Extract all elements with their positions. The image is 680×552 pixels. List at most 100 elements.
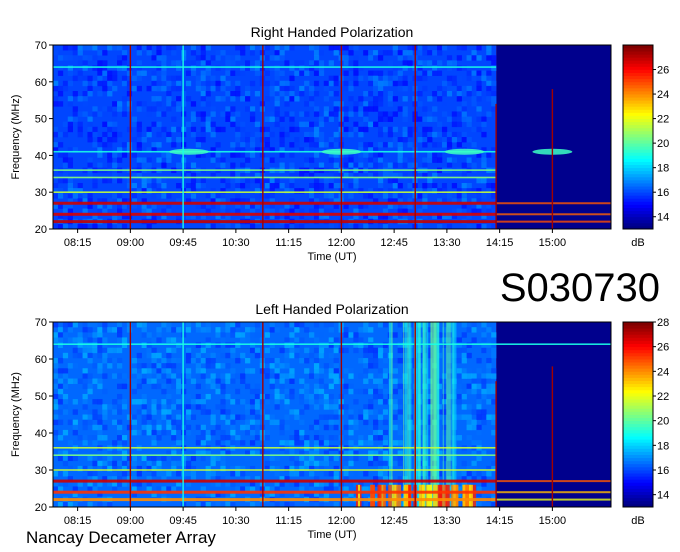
noise-cell <box>176 363 182 369</box>
noise-cell <box>397 193 403 199</box>
x-tick-label: 09:45 <box>169 515 197 527</box>
noise-cell <box>471 70 477 76</box>
noise-cell <box>107 70 113 76</box>
noise-cell <box>481 419 487 426</box>
noise-cell <box>92 80 98 87</box>
noise-cell <box>446 60 453 66</box>
noise-cell <box>97 393 103 400</box>
noise-cell <box>417 75 423 82</box>
noise-cell <box>166 131 172 138</box>
noise-cell <box>373 378 379 384</box>
noise-cell <box>230 322 236 328</box>
noise-cell <box>62 80 69 87</box>
noise-cell <box>313 183 320 189</box>
noise-cell <box>171 455 177 462</box>
noise-cell <box>343 157 349 163</box>
noise-cell <box>210 223 216 230</box>
noise-cell <box>471 162 477 168</box>
noise-cell <box>156 70 162 76</box>
burst-patch <box>437 484 443 507</box>
noise-cell <box>486 80 492 87</box>
noise-cell <box>353 60 359 66</box>
noise-cell <box>249 65 256 71</box>
noise-cell <box>254 177 261 184</box>
noise-cell <box>382 378 389 384</box>
noise-cell <box>190 111 197 117</box>
noise-cell <box>461 368 467 374</box>
noise-cell <box>82 96 88 102</box>
noise-cell <box>377 223 384 230</box>
noise-cell <box>304 404 310 410</box>
noise-cell <box>373 388 379 395</box>
noise-cell <box>195 327 202 333</box>
noise-cell <box>102 409 108 415</box>
x-tick-label: 13:30 <box>433 515 461 527</box>
noise-cell <box>476 429 482 436</box>
noise-cell <box>397 460 403 467</box>
noise-cell <box>486 363 492 369</box>
noise-cell <box>387 142 394 148</box>
noise-cell <box>220 96 226 102</box>
noise-cell <box>254 70 261 76</box>
noise-cell <box>377 126 384 133</box>
noise-cell <box>402 131 408 138</box>
noise-cell <box>215 80 221 87</box>
noise-cell <box>328 352 334 359</box>
noise-cell <box>353 419 359 426</box>
noise-cell <box>373 435 379 441</box>
noise-cell <box>407 131 413 138</box>
noise-cell <box>156 373 162 379</box>
noise-cell <box>220 177 226 184</box>
noise-cell <box>245 131 251 138</box>
noise-cell <box>377 96 384 102</box>
noise-cell <box>62 383 69 390</box>
noise-cell <box>382 419 389 426</box>
noise-cell <box>102 373 108 379</box>
noise-cell <box>87 357 93 364</box>
noise-cell <box>97 501 103 508</box>
noise-cell <box>131 137 137 143</box>
colorbar-tick-label: 20 <box>657 138 669 150</box>
noise-cell <box>215 193 221 199</box>
noise-cell <box>491 368 497 374</box>
noise-cell <box>363 347 369 354</box>
noise-cell <box>117 393 123 400</box>
colorbar-segment <box>623 371 653 375</box>
noise-cell <box>97 45 103 51</box>
noise-cell <box>67 419 73 426</box>
noise-cell <box>230 501 236 508</box>
noise-cell <box>166 471 172 477</box>
noise-cell <box>62 152 69 158</box>
noise-cell <box>486 471 492 477</box>
noise-cell <box>151 70 157 76</box>
noise-cell <box>190 65 197 71</box>
noise-cell <box>328 337 334 343</box>
noise-cell <box>205 60 211 66</box>
noise-cell <box>363 363 369 369</box>
noise-cell <box>481 162 487 168</box>
noise-cell <box>230 332 236 338</box>
noise-cell <box>225 435 231 441</box>
noise-cell <box>368 162 374 168</box>
noise-cell <box>136 460 142 467</box>
noise-cell <box>205 352 211 359</box>
noise-cell <box>161 414 167 420</box>
noise-cell <box>249 152 256 158</box>
noise-cell <box>215 322 221 328</box>
noise-cell <box>220 399 226 405</box>
noise-cell <box>476 45 482 51</box>
noise-cell <box>53 332 59 338</box>
noise-cell <box>161 111 167 117</box>
noise-cell <box>82 378 88 384</box>
noise-cell <box>397 455 403 462</box>
noise-cell <box>481 116 487 122</box>
noise-cell <box>269 419 275 426</box>
noise-cell <box>166 91 172 97</box>
frequency-band <box>53 201 497 205</box>
colorbar-segment <box>623 210 653 215</box>
noise-cell <box>289 126 295 133</box>
noise-cell <box>205 322 211 328</box>
x-axis-label: Time (UT) <box>307 529 356 541</box>
colorbar-segment <box>623 94 653 98</box>
noise-cell <box>387 101 394 107</box>
